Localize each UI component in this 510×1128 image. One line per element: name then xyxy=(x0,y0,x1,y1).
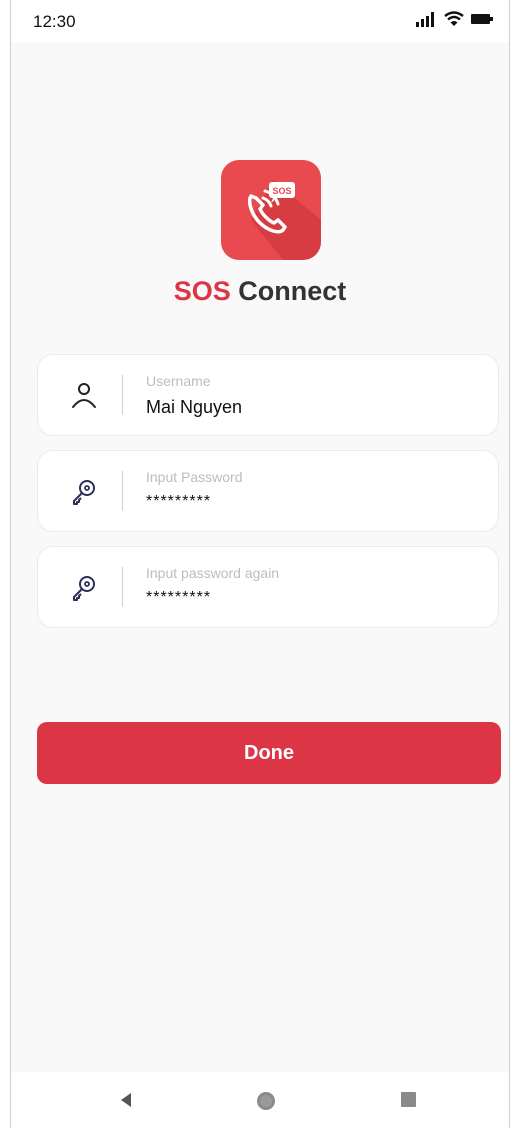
app-title: SOS Connect xyxy=(11,276,509,307)
status-icons xyxy=(415,11,493,27)
key-icon xyxy=(73,480,95,505)
password-label: Input Password xyxy=(146,469,243,485)
back-icon[interactable] xyxy=(117,1090,137,1110)
phone-screen: 12:30 SOS SOS Connect Username Mai Nguye… xyxy=(10,0,510,1128)
username-field[interactable]: Username Mai Nguyen xyxy=(37,354,499,436)
password-field[interactable]: Input Password ********* xyxy=(37,450,499,532)
svg-text:SOS: SOS xyxy=(272,186,291,196)
username-label: Username xyxy=(146,373,211,389)
app-logo: SOS xyxy=(221,160,321,260)
wifi-icon xyxy=(444,11,464,26)
done-button[interactable]: Done xyxy=(37,722,501,784)
field-divider xyxy=(122,567,123,607)
status-bar: 12:30 xyxy=(11,0,509,42)
password-again-label: Input password again xyxy=(146,565,280,581)
key-icon xyxy=(73,576,95,601)
recents-icon[interactable] xyxy=(399,1090,419,1110)
username-input[interactable]: Mai Nguyen xyxy=(146,397,242,418)
app-title-rest: Connect xyxy=(238,276,347,306)
system-nav-bar xyxy=(11,1072,509,1128)
battery-icon xyxy=(471,14,493,24)
password-again-field[interactable]: Input password again ********* xyxy=(37,546,499,628)
field-divider xyxy=(122,375,123,415)
password-input[interactable]: ********* xyxy=(146,493,211,511)
password-again-input[interactable]: ********* xyxy=(146,589,211,607)
app-title-accent: SOS xyxy=(173,276,231,306)
home-icon[interactable] xyxy=(255,1090,277,1112)
status-time: 12:30 xyxy=(33,12,76,31)
logo-artwork: SOS xyxy=(247,180,321,260)
field-divider xyxy=(122,471,123,511)
user-icon xyxy=(72,383,96,408)
signal-icon xyxy=(416,12,434,27)
